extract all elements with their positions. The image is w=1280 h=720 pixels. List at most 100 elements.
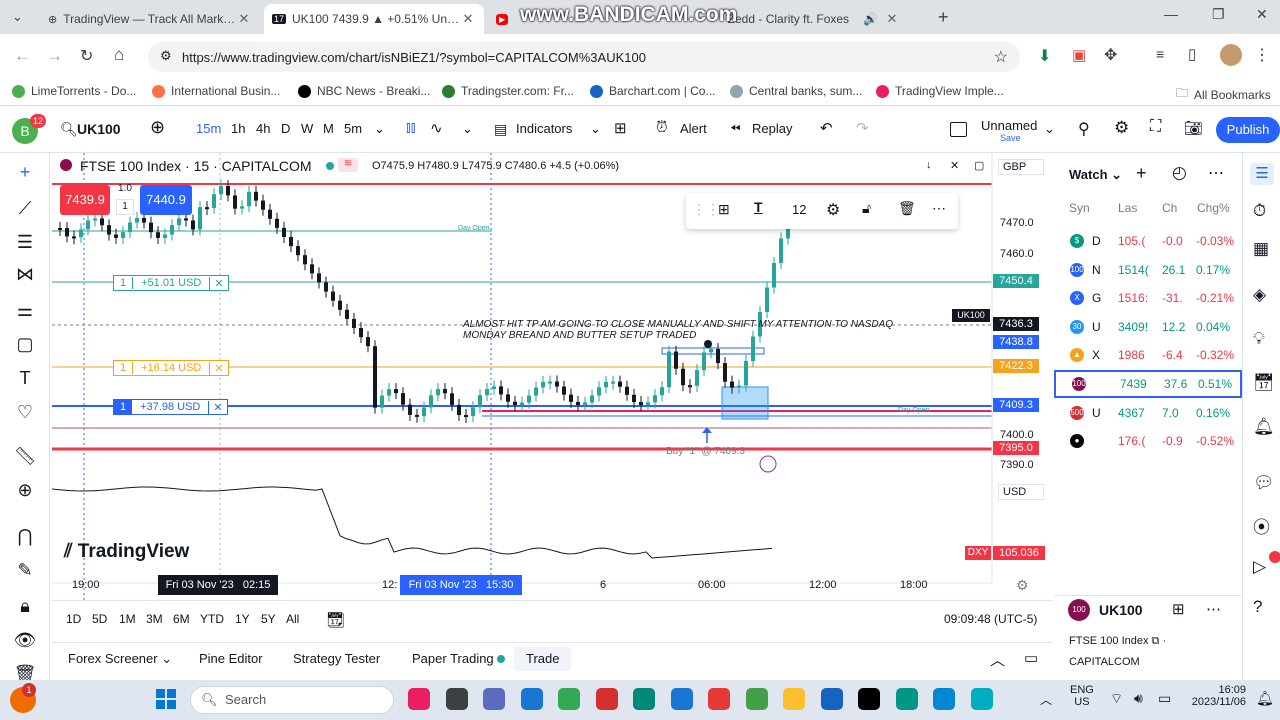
goto-date-calendar-icon[interactable]: 📆︎ bbox=[326, 611, 345, 629]
chevron-down-icon[interactable]: ⌄ bbox=[590, 121, 601, 137]
interval-15m[interactable]: 15m bbox=[196, 121, 221, 136]
layout-name[interactable]: Unnamed bbox=[981, 118, 1037, 133]
alerts-clock-icon[interactable]: ⏱︎ bbox=[1253, 201, 1266, 221]
all-bookmarks[interactable]: 🗀 All Bookmarks bbox=[1176, 84, 1271, 105]
position-orange-pill[interactable]: 1 +16.14 USD ✕ bbox=[113, 360, 229, 376]
bookmark-nbc[interactable]: NBC News - Breaki... bbox=[298, 84, 430, 98]
download-icon[interactable]: ⬇ bbox=[1038, 46, 1051, 66]
forward-icon[interactable]: → bbox=[46, 46, 63, 66]
chart-settings-gear-icon[interactable]: ⚙ bbox=[1016, 577, 1029, 594]
watchlist-row[interactable]: 100 N 1514(26.1 0.17% bbox=[1054, 256, 1242, 284]
chat-icon[interactable]: 💬︎ bbox=[1253, 473, 1275, 493]
more-icon[interactable]: ⋯ bbox=[932, 200, 946, 217]
bookmark-ibtimes[interactable]: International Busin... bbox=[152, 84, 280, 98]
fullscreen-icon[interactable]: ⛶ bbox=[1150, 118, 1161, 136]
details-symbol[interactable]: UK100 bbox=[1099, 602, 1143, 618]
interval-w[interactable]: W bbox=[301, 121, 313, 136]
teams-icon[interactable] bbox=[408, 688, 430, 710]
close-icon[interactable]: ✕ bbox=[884, 11, 900, 27]
close-icon[interactable]: ✕ bbox=[208, 400, 226, 414]
object-tree-icon[interactable]: ▦ bbox=[1253, 239, 1269, 259]
lock-drawings-icon[interactable]: ✎ bbox=[12, 557, 38, 583]
templates-grid-icon[interactable]: ⊞ bbox=[614, 119, 627, 137]
eye-icon[interactable]: 👁︎ bbox=[12, 627, 38, 653]
clock-timezone[interactable]: 09:09:48 (UTC-5) bbox=[944, 612, 1037, 626]
advanced-view-icon[interactable]: ◴ bbox=[1172, 163, 1187, 183]
bookmark-central-banks[interactable]: Central banks, sum... bbox=[730, 84, 862, 98]
details-name[interactable]: FTSE 100 Index ⧉ · bbox=[1069, 635, 1166, 648]
patterns-icon[interactable]: ⋈ bbox=[12, 261, 38, 287]
text-tool-icon[interactable]: T bbox=[12, 365, 38, 391]
ruler-icon[interactable]: 📏︎ bbox=[12, 443, 38, 469]
tab-search-icon[interactable]: ⌄ bbox=[12, 9, 23, 25]
trash-icon[interactable]: 🗑︎ bbox=[898, 200, 916, 217]
quick-search-icon[interactable]: ⚲ bbox=[1078, 119, 1090, 139]
buy-button[interactable]: 7440.9 bbox=[140, 185, 192, 215]
magnet-icon[interactable]: ⋂ bbox=[12, 523, 38, 549]
chrome-icon[interactable] bbox=[558, 688, 580, 710]
app-icon[interactable] bbox=[895, 688, 918, 710]
chevron-down-icon[interactable]: ⌄ bbox=[1044, 121, 1055, 137]
window-close-icon[interactable]: ✕ bbox=[1256, 6, 1268, 23]
range-button-all[interactable]: All bbox=[286, 612, 299, 626]
range-button-1y[interactable]: 1Y bbox=[235, 612, 250, 626]
windows-start-icon[interactable] bbox=[156, 689, 176, 709]
bookmark-tradingster[interactable]: Tradingster.com: Fr... bbox=[442, 84, 574, 98]
input-language[interactable]: ENG US bbox=[1070, 684, 1094, 708]
drag-handle-icon[interactable]: ⋮⋮ bbox=[692, 201, 720, 218]
notifications-bell-icon[interactable]: 🔔︎ bbox=[1253, 417, 1275, 437]
reload-icon[interactable]: ↻ bbox=[80, 46, 93, 66]
fib-retracement-icon[interactable]: ☰ bbox=[12, 229, 38, 255]
watchlist-title[interactable]: Watch ⌄ bbox=[1069, 167, 1122, 183]
layers-icon[interactable]: ◈ bbox=[1253, 285, 1266, 305]
media-control-icon[interactable]: ≡ bbox=[1156, 46, 1164, 62]
arrow-down-icon[interactable]: ↓ bbox=[926, 159, 932, 171]
browser-tab-uk100[interactable]: 17 UK100 7439.9 ▲ +0.51% Unnamed ✕ bbox=[264, 4, 484, 34]
app-icon[interactable] bbox=[633, 688, 655, 710]
tab-pine-editor[interactable]: Pine Editor bbox=[199, 651, 263, 666]
lock-icon[interactable]: 🔒︎ bbox=[12, 593, 38, 619]
telegram-icon[interactable] bbox=[933, 688, 955, 710]
publish-button[interactable]: Publish bbox=[1216, 117, 1280, 143]
tab-forex-screener[interactable]: Forex Screener ⌄ bbox=[68, 651, 172, 667]
calendar-icon[interactable]: 📅︎ bbox=[1253, 373, 1275, 393]
heart-icon[interactable]: ♡ bbox=[12, 399, 38, 425]
range-button-1d[interactable]: 1D bbox=[66, 612, 81, 626]
range-button-5y[interactable]: 5Y bbox=[261, 612, 276, 626]
folder-icon[interactable] bbox=[783, 688, 805, 710]
quantity-input[interactable]: 1 bbox=[116, 199, 134, 215]
edge-icon[interactable] bbox=[520, 688, 543, 710]
ideas-bulb-icon[interactable]: 💡︎ bbox=[1253, 329, 1265, 349]
more-icon[interactable]: ⋯ bbox=[1208, 163, 1224, 183]
crosshair-cursor-icon[interactable]: + bbox=[12, 159, 38, 185]
undo-icon[interactable]: ↶ bbox=[820, 119, 833, 137]
help-icon[interactable]: ? bbox=[1253, 597, 1262, 617]
minimize-icon[interactable]: — bbox=[1164, 6, 1178, 22]
play-icon[interactable]: ▷ bbox=[1253, 557, 1266, 577]
range-button-5d[interactable]: 5D bbox=[92, 612, 107, 626]
new-tab-icon[interactable]: + bbox=[938, 7, 949, 28]
file-explorer-icon[interactable] bbox=[445, 688, 468, 710]
text-color-icon[interactable]: T bbox=[754, 199, 763, 215]
notifications-bell-icon[interactable]: 🔔︎ bbox=[1256, 690, 1274, 707]
candles-icon[interactable]: ⫾⫾ bbox=[406, 119, 416, 136]
bookmark-barchart[interactable]: Barchart.com | Co... bbox=[590, 84, 715, 98]
side-panel-icon[interactable]: ▯ bbox=[1188, 45, 1196, 63]
tab-trade[interactable]: Trade bbox=[514, 647, 572, 671]
redo-icon[interactable]: ↷ bbox=[856, 119, 869, 137]
site-info-icon[interactable]: ⚙ bbox=[160, 48, 172, 64]
close-icon[interactable]: ✕ bbox=[209, 361, 227, 375]
chevron-down-icon[interactable]: ⌄ bbox=[462, 121, 473, 137]
chart-note-line-1[interactable]: ALMOST HIT TP AM GOING TO CLOSE MANUALLY… bbox=[463, 319, 893, 330]
address-bar[interactable]: ⚙ https://www.tradingview.com/chart/isNB… bbox=[148, 42, 1020, 72]
overlay-currency-select[interactable]: USD bbox=[998, 484, 1044, 500]
trend-line-icon[interactable]: ⟋ bbox=[12, 195, 38, 221]
watchlist-row[interactable]: 30 U 3409! 12.2 0.04% bbox=[1054, 313, 1242, 341]
profile-avatar[interactable] bbox=[1220, 44, 1242, 66]
close-icon[interactable]: ✕ bbox=[209, 276, 227, 290]
add-symbol-icon[interactable]: + bbox=[1136, 163, 1147, 184]
taskbar-clock[interactable]: 16:09 2023/11/06 bbox=[1186, 684, 1246, 708]
alert-button[interactable]: Alert bbox=[680, 121, 707, 136]
watchlist-row[interactable]: ● 176.(-0.9 -0.52% bbox=[1054, 427, 1242, 455]
menu-kebab-icon[interactable]: ⋮ bbox=[1254, 45, 1270, 65]
